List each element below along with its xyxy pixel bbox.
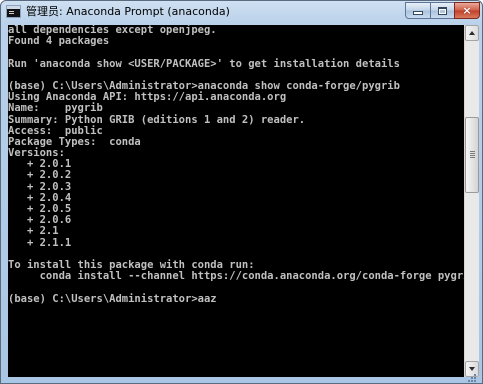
scroll-down-arrow-icon (469, 367, 475, 371)
console-output[interactable]: all dependencies except openjpeg. Found 4… (8, 25, 464, 377)
console-line: (base) C:\Users\Administrator>aaz (8, 292, 217, 305)
console-line: Summary: Python GRIB (editions 1 and 2) … (8, 113, 306, 126)
console-text-block: all dependencies except openjpeg. Found 4… (8, 25, 464, 305)
console-line: + 2.1 (8, 225, 59, 238)
minimize-icon (413, 11, 423, 15)
console-line: Versions: (8, 147, 65, 160)
console-line: conda install --channel https://conda.an… (8, 270, 464, 283)
minimize-button[interactable] (405, 2, 431, 19)
console-line: Name: pygrib (8, 102, 103, 115)
grip-icon (470, 151, 475, 152)
console-line: + 2.0.5 (8, 203, 72, 215)
scroll-thumb[interactable] (465, 117, 479, 193)
resize-grip-icon[interactable] (467, 374, 477, 382)
scroll-up-arrow-icon (469, 31, 475, 35)
console-line: + 2.1.1 (8, 236, 72, 249)
window-title: 管理员: Anaconda Prompt (anaconda) (26, 5, 230, 18)
close-button[interactable]: × (454, 2, 480, 19)
maximize-icon (438, 6, 447, 15)
console-line: Found 4 packages (8, 35, 110, 48)
console-line: + 2.0.3 (8, 180, 72, 193)
console-line: + 2.0.2 (8, 169, 72, 182)
vertical-scrollbar[interactable] (464, 25, 479, 377)
console-line: Run 'anaconda show <USER/PACKAGE>' to ge… (8, 57, 400, 70)
console-line: + 2.0.4 (8, 191, 72, 204)
console-line: + 2.0.1 (8, 158, 72, 171)
console-window: 管理员: Anaconda Prompt (anaconda) × all de… (0, 0, 483, 384)
console-line: + 2.0.6 (8, 214, 72, 227)
maximize-button[interactable] (430, 2, 455, 19)
title-bar[interactable]: 管理员: Anaconda Prompt (anaconda) × (1, 1, 482, 23)
scroll-up-button[interactable] (465, 25, 479, 41)
console-app-icon[interactable] (6, 5, 21, 18)
console-line: Package Types: conda (8, 135, 141, 148)
close-icon: × (462, 4, 472, 17)
